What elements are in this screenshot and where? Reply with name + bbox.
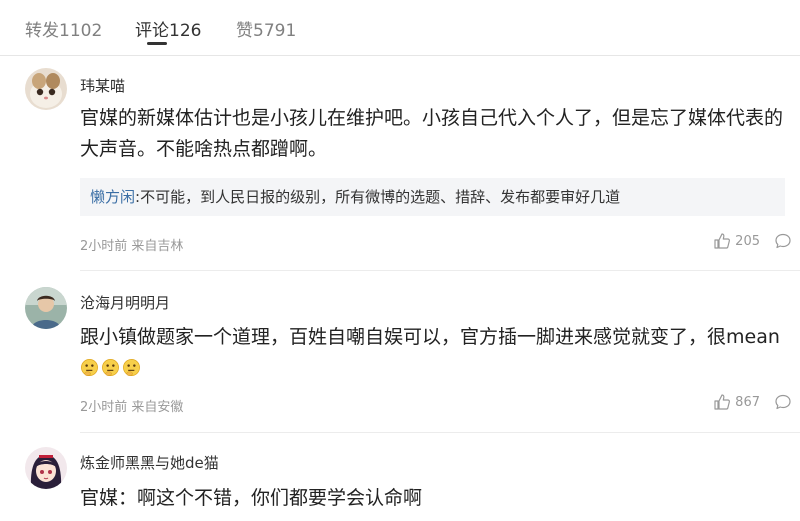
like-count: 205 [735,233,760,249]
thumbs-up-icon [714,394,731,410]
tab-comments[interactable]: 评论126 [135,16,201,41]
thinking-face-icon [80,356,99,387]
cat-photo-icon [25,68,67,110]
comment-actions: 205 [713,232,792,250]
comment-username[interactable]: 玮某喵 [80,75,125,96]
reply-text: :不可能，到人民日报的级别，所有微博的选题、措辞、发布都要审好几道 [135,188,621,206]
reply-button[interactable] [774,232,792,250]
comment-bubble-icon [775,233,791,249]
avatar[interactable] [25,68,67,110]
avatar[interactable] [25,287,67,329]
comment-bubble-icon [775,394,791,410]
thumbs-up-icon [714,233,731,249]
active-tab-indicator [147,42,167,45]
divider [80,432,800,433]
reply-preview[interactable]: 懒方闲:不可能，到人民日报的级别，所有微博的选题、措辞、发布都要审好几道 [80,178,785,216]
comment-text-body: 跟小镇做题家一个道理，百姓自嘲自娱可以，官方插一脚进来感觉就变了，很mean [80,326,780,348]
thinking-face-icon [101,356,120,387]
tab-reposts-label: 转发 [25,21,59,41]
reply-button[interactable] [774,393,792,411]
like-button[interactable]: 205 [713,232,760,250]
comment-meta: 2小时前 来自吉林 [80,239,184,254]
tab-comments-label: 评论 [135,21,169,41]
tab-likes-count: 5791 [253,21,297,41]
person-photo-icon [25,287,67,329]
comment-actions: 867 [713,393,792,411]
tab-reposts[interactable]: 转发1102 [25,16,102,41]
tab-likes[interactable]: 赞5791 [236,16,296,41]
thinking-face-icon [122,356,141,387]
comment-text: 跟小镇做题家一个道理，百姓自嘲自娱可以，官方插一脚进来感觉就变了，很mean [80,322,790,387]
comment-text: 官媒的新媒体估计也是小孩儿在维护吧。小孩自己代入个人了，但是忘了媒体代表的大声音… [80,107,784,160]
like-count: 867 [735,394,760,410]
comment-tabs: 转发1102 评论126 赞5791 [0,0,800,56]
divider [80,270,800,271]
comment-username[interactable]: 沧海月明明月 [80,292,170,313]
tab-reposts-count: 1102 [59,21,103,41]
comment-username[interactable]: 炼金师黑黑与她de猫 [80,452,219,473]
anime-girl-avatar-icon [25,447,67,489]
tab-likes-label: 赞 [236,21,253,41]
reply-author[interactable]: 懒方闲 [80,188,135,206]
like-button[interactable]: 867 [713,393,760,411]
comment-text: 官媒：啊这个不错，你们都要学会认命啊 [80,487,423,509]
comment-meta: 2小时前 来自安徽 [80,400,184,415]
tab-comments-count: 126 [169,21,202,41]
avatar[interactable] [25,447,67,489]
